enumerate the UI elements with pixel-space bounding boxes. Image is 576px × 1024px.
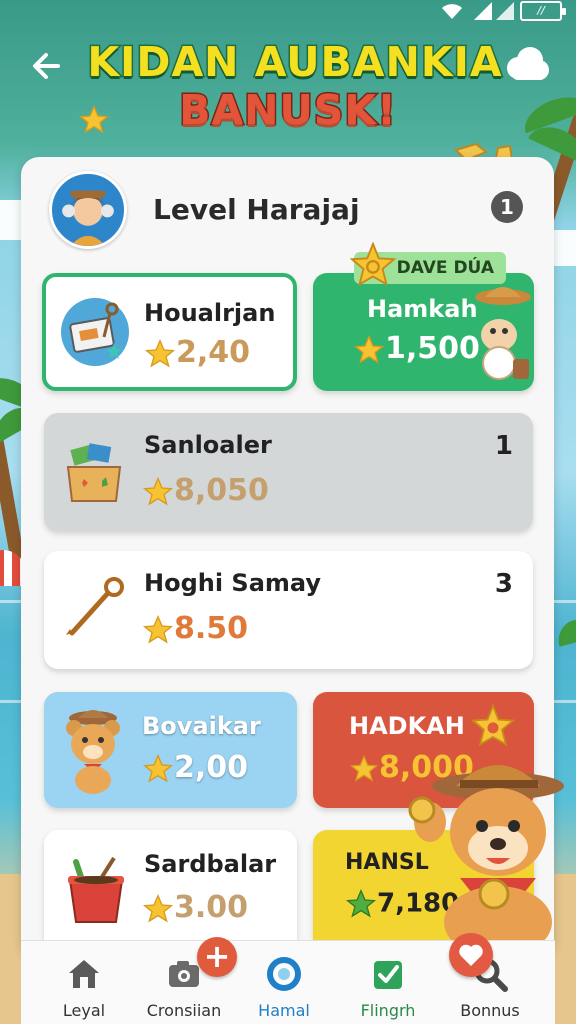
star-icon [142,753,174,782]
nav-item-leyal[interactable]: Leyal [31,941,137,1024]
star-icon [353,334,385,363]
ring-icon [267,957,301,991]
dog-mascot-icon [408,765,564,948]
star-icon [471,704,515,747]
nav-item-flingrh[interactable]: Flingrh [335,941,441,1024]
nav-label: Flingrh [360,1001,416,1020]
nav-label: Bonnus [460,1001,520,1020]
reward-card-bovaikar[interactable]: Bovaikar 2,00 [44,692,297,808]
reward-card-sanloaler[interactable]: Sanloaler 8,050 1 [44,413,533,531]
nav-item-hamal[interactable]: Hamal [231,941,337,1024]
nav-label: Hamal [258,1001,310,1020]
card-value: 8.50 [142,611,248,646]
home-icon [69,960,99,988]
game-title-line-1: KIDAN AUBANKIA [86,37,503,88]
flower-pot-icon [68,856,124,923]
reward-card-hamkah[interactable]: Hamkah 1,500 [313,273,534,391]
level-label: Level Harajaj [153,193,360,226]
reward-card-sardbalar[interactable]: Sardbalar 3.00 [44,830,297,956]
reward-card-hoghi-samay[interactable]: Hoghi Samay 8.50 3 [44,551,533,669]
avatar[interactable] [49,171,127,249]
card-value: 1,500 [353,331,480,366]
card-value: 8,050 [142,473,269,508]
star-icon [142,893,174,922]
card-name: Hoghi Samay [144,569,322,597]
heart-icon[interactable] [449,933,493,977]
card-name: Houalrjan [144,299,276,327]
key-icon [66,577,124,636]
treasure-box-icon [66,443,122,502]
card-value: 2,00 [142,750,248,785]
status-bar: // [0,0,576,26]
signal-icon [474,2,492,20]
battery-icon: // [520,1,566,21]
info-badge[interactable]: 1 [491,191,523,223]
card-name: Hamkah [367,295,478,323]
star-icon [144,338,176,367]
bear-icon [66,710,120,794]
nav-label: Leyal [62,1001,106,1020]
card-name: Bovaikar [142,712,261,740]
bottom-navigation: Leyal Cronsiian + Hamal Flingrh Bonnus [21,933,555,1024]
card-value: 2,40 [144,335,250,370]
card-count: 1 [494,431,513,461]
card-count: 3 [494,569,513,599]
star-icon [349,754,379,782]
star-icon [142,614,174,643]
reward-card-houalrjan[interactable]: Houalrjan 2,40 [42,273,297,391]
profile-header: Level Harajaj 1 [49,171,523,251]
card-name: Sardbalar [144,850,277,878]
nav-label: Cronsiian [146,1001,222,1020]
ticket-icon [61,298,129,366]
star-badge-icon [350,242,396,287]
star-icon [78,104,110,134]
card-name: Sanloaler [144,431,272,459]
card-name: HADKAH [349,712,465,740]
wifi-icon [442,4,462,19]
card-value: 3.00 [142,890,248,925]
hamster-icon [475,287,531,380]
star-icon [345,888,377,918]
cloud-icon[interactable] [504,44,550,84]
star-icon [142,476,174,505]
signal-icon [496,2,514,20]
checklist-icon [374,961,402,989]
palm-leaf [553,615,576,647]
